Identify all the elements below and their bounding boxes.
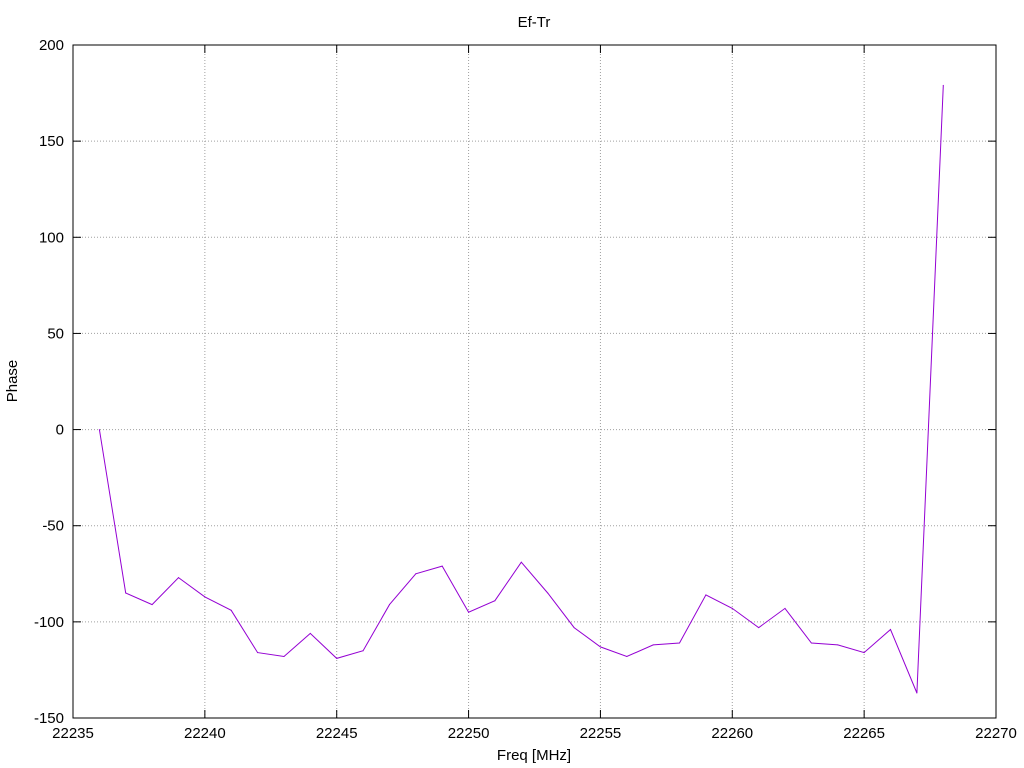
- y-tick-label: 200: [39, 37, 64, 54]
- data-point: [283, 655, 285, 657]
- data-point: [415, 573, 417, 575]
- data-point: [758, 627, 760, 629]
- data-point: [942, 84, 944, 86]
- data-point: [177, 577, 179, 579]
- data-point: [441, 565, 443, 567]
- data-point: [599, 646, 601, 648]
- series-group: [98, 84, 944, 694]
- data-point: [626, 655, 628, 657]
- data-point: [257, 652, 259, 654]
- x-tick-label: 22270: [975, 725, 1017, 742]
- x-tick-label: 22250: [448, 725, 490, 742]
- data-point: [468, 611, 470, 613]
- grid: [73, 45, 996, 718]
- tick-labels: 22235 22240 22245 22250 22255 22260 22265 22270…: [34, 37, 1017, 742]
- x-axis-label: Freq [MHz]: [497, 747, 571, 764]
- data-point: [890, 629, 892, 631]
- y-tick-label: 150: [39, 133, 64, 150]
- y-axis-label: Phase: [4, 360, 21, 403]
- x-tick-label: 22245: [316, 725, 358, 742]
- x-tick-label: 22240: [184, 725, 226, 742]
- x-tick-label: 22255: [580, 725, 622, 742]
- ticks: [72, 44, 997, 719]
- plot-frame: [72, 44, 997, 719]
- x-tick-label: 22235: [52, 725, 94, 742]
- data-point: [652, 644, 654, 646]
- data-point: [494, 600, 496, 602]
- x-tick-label: 22260: [711, 725, 753, 742]
- y-tick-label: 50: [47, 325, 64, 342]
- data-point: [573, 627, 575, 629]
- data-point: [151, 604, 153, 606]
- data-point: [98, 429, 100, 431]
- data-point: [362, 650, 364, 652]
- data-point: [784, 607, 786, 609]
- data-point: [837, 644, 839, 646]
- data-point: [520, 561, 522, 563]
- y-tick-label: 100: [39, 229, 64, 246]
- chart: Ef-Tr Freq [MHz] Phase 22235 22240 22245 22…: [4, 14, 1017, 764]
- data-point: [388, 604, 390, 606]
- data-point: [230, 609, 232, 611]
- data-point: [916, 692, 918, 694]
- series-line: [98, 85, 944, 694]
- chart-title: Ef-Tr: [518, 14, 551, 31]
- data-point: [731, 607, 733, 609]
- data-point: [863, 652, 865, 654]
- y-tick-label: -50: [42, 518, 64, 535]
- data-point: [547, 592, 549, 594]
- data-point: [810, 642, 812, 644]
- y-tick-label: -150: [34, 710, 64, 727]
- data-point: [309, 632, 311, 634]
- data-point: [204, 596, 206, 598]
- y-tick-label: -100: [34, 614, 64, 631]
- data-point: [336, 657, 338, 659]
- data-point: [705, 594, 707, 596]
- x-tick-label: 22265: [843, 725, 885, 742]
- y-tick-label: 0: [56, 422, 64, 439]
- data-point: [125, 592, 127, 594]
- data-point: [679, 642, 681, 644]
